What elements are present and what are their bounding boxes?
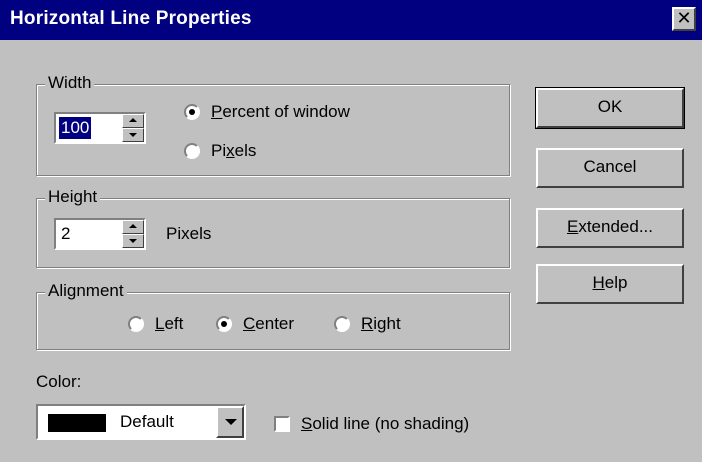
radio-icon-checked[interactable] — [184, 104, 200, 120]
checkbox-icon[interactable] — [274, 416, 290, 432]
width-group-label: Width — [45, 73, 95, 93]
height-value[interactable]: 2 — [59, 223, 72, 245]
radio-right-label: Right — [361, 314, 401, 333]
ok-button[interactable]: OK — [535, 87, 685, 129]
radio-align-right[interactable]: Right — [334, 314, 401, 334]
radio-icon[interactable] — [128, 316, 144, 332]
cancel-button[interactable]: Cancel — [536, 148, 684, 188]
radio-icon-checked[interactable] — [216, 316, 232, 332]
accel-l: L — [155, 314, 165, 333]
spin-down-icon[interactable] — [122, 234, 144, 248]
accel-s: S — [301, 414, 313, 433]
height-group-label: Height — [45, 187, 101, 207]
title-bar: Horizontal Line Properties ✕ — [0, 0, 702, 40]
accel-h: H — [592, 273, 605, 292]
width-spinner[interactable]: 100 — [54, 112, 146, 144]
radio-center-label: Center — [243, 314, 295, 333]
accel-e: E — [566, 217, 579, 236]
color-dropdown[interactable]: Default — [36, 404, 246, 440]
alignment-group-label: Alignment — [45, 281, 127, 301]
width-value[interactable]: 100 — [59, 117, 92, 139]
spin-up-icon[interactable] — [122, 220, 144, 234]
dropdown-arrow-icon[interactable] — [216, 406, 244, 438]
spin-down-icon[interactable] — [122, 128, 144, 142]
accel-r: R — [361, 314, 374, 333]
radio-icon[interactable] — [334, 316, 350, 332]
solid-line-label: Solid line (no shading) — [301, 414, 470, 433]
accel-p: P — [211, 102, 223, 121]
close-icon[interactable]: ✕ — [672, 7, 696, 31]
accel-c: C — [243, 314, 256, 333]
radio-width-pixels[interactable]: Pixels — [184, 141, 256, 161]
horizontal-line-properties-dialog: Horizontal Line Properties ✕ Width 100 P… — [0, 0, 702, 462]
radio-align-center[interactable]: Center — [216, 314, 294, 334]
radio-icon[interactable] — [184, 143, 200, 159]
radio-percent-of-window[interactable]: Percent of window — [184, 102, 350, 122]
height-spinner[interactable]: 2 — [54, 218, 146, 250]
radio-align-left[interactable]: Left — [128, 314, 183, 334]
window-title: Horizontal Line Properties — [10, 8, 252, 29]
accel-x: x — [226, 141, 235, 160]
color-swatch — [48, 414, 106, 432]
radio-left-label: Left — [155, 314, 184, 333]
percent-rest: ercent of window — [222, 102, 350, 121]
spin-up-icon[interactable] — [122, 114, 144, 128]
color-label: Color: — [36, 372, 82, 391]
radio-percent-label: Percent of window — [211, 102, 350, 122]
extended-button[interactable]: Extended... — [536, 208, 684, 248]
solid-line-checkbox[interactable]: Solid line (no shading) — [274, 414, 469, 434]
help-button[interactable]: Help — [536, 264, 684, 304]
height-unit-label: Pixels — [166, 224, 212, 243]
color-value: Default — [120, 412, 174, 431]
radio-width-pixels-label: Pixels — [211, 141, 257, 160]
